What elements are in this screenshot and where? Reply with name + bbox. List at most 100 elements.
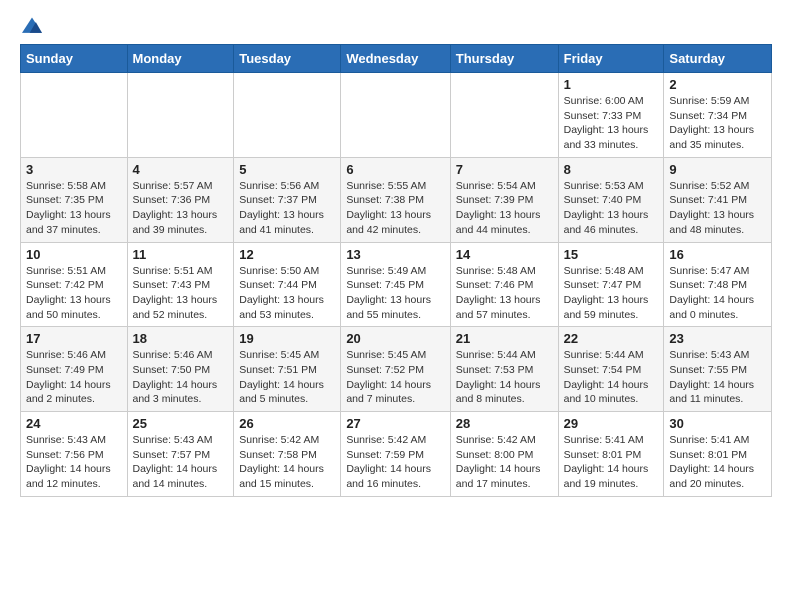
day-info: Sunrise: 5:55 AM Sunset: 7:38 PM Dayligh… <box>346 179 444 238</box>
weekday-header-row: SundayMondayTuesdayWednesdayThursdayFrid… <box>21 45 772 73</box>
day-info: Sunrise: 5:47 AM Sunset: 7:48 PM Dayligh… <box>669 264 766 323</box>
day-number: 7 <box>456 162 553 177</box>
calendar-cell: 29 Sunrise: 5:41 AM Sunset: 8:01 PM Dayli… <box>558 412 664 497</box>
day-number: 22 <box>564 331 659 346</box>
day-number: 11 <box>133 247 229 262</box>
day-number: 1 <box>564 77 659 92</box>
day-number: 15 <box>564 247 659 262</box>
calendar-cell: 19Sunrise: 5:45 AM Sunset: 7:51 PM Dayli… <box>234 327 341 412</box>
weekday-header: Sunday <box>21 45 128 73</box>
calendar-cell: 28Sunrise: 5:42 AM Sunset: 8:00 PM Dayli… <box>450 412 558 497</box>
day-info: Sunrise: 5:50 AM Sunset: 7:44 PM Dayligh… <box>239 264 335 323</box>
day-number: 4 <box>133 162 229 177</box>
day-info: Sunrise: 5:42 AM Sunset: 8:00 PM Dayligh… <box>456 433 553 492</box>
calendar-cell: 2Sunrise: 5:59 AM Sunset: 7:34 PM Daylig… <box>664 73 772 158</box>
day-info: Sunrise: 5:51 AM Sunset: 7:42 PM Dayligh… <box>26 264 122 323</box>
day-number: 20 <box>346 331 444 346</box>
day-info: Sunrise: 5:41 AM Sunset: 8:01 PM Dayligh… <box>669 433 766 492</box>
day-number: 9 <box>669 162 766 177</box>
calendar-cell: 9 Sunrise: 5:52 AM Sunset: 7:41 PM Daylig… <box>664 157 772 242</box>
day-info: Sunrise: 5:43 AM Sunset: 7:55 PM Dayligh… <box>669 348 766 407</box>
day-number: 21 <box>456 331 553 346</box>
day-info: Sunrise: 5:41 AM Sunset: 8:01 PM Dayligh… <box>564 433 659 492</box>
day-number: 17 <box>26 331 122 346</box>
calendar-cell: 23 Sunrise: 5:43 AM Sunset: 7:55 PM Dayli… <box>664 327 772 412</box>
day-number: 18 <box>133 331 229 346</box>
day-info: Sunrise: 5:54 AM Sunset: 7:39 PM Dayligh… <box>456 179 553 238</box>
day-info: Sunrise: 5:42 AM Sunset: 7:58 PM Dayligh… <box>239 433 335 492</box>
calendar-cell: 5 Sunrise: 5:56 AM Sunset: 7:37 PM Daylig… <box>234 157 341 242</box>
day-number: 6 <box>346 162 444 177</box>
calendar-week-row: 24 Sunrise: 5:43 AM Sunset: 7:56 PM Dayli… <box>21 412 772 497</box>
logo <box>20 16 48 36</box>
day-number: 12 <box>239 247 335 262</box>
calendar-table: SundayMondayTuesdayWednesdayThursdayFrid… <box>20 44 772 497</box>
day-number: 30 <box>669 416 766 431</box>
day-info: Sunrise: 5:45 AM Sunset: 7:52 PM Dayligh… <box>346 348 444 407</box>
day-info: Sunrise: 5:48 AM Sunset: 7:47 PM Dayligh… <box>564 264 659 323</box>
calendar-cell: 10 Sunrise: 5:51 AM Sunset: 7:42 PM Dayli… <box>21 242 128 327</box>
day-number: 24 <box>26 416 122 431</box>
calendar-cell <box>450 73 558 158</box>
calendar-cell: 25 Sunrise: 5:43 AM Sunset: 7:57 PM Dayli… <box>127 412 234 497</box>
day-info: Sunrise: 5:43 AM Sunset: 7:56 PM Dayligh… <box>26 433 122 492</box>
day-number: 3 <box>26 162 122 177</box>
day-number: 26 <box>239 416 335 431</box>
calendar-cell: 17Sunrise: 5:46 AM Sunset: 7:49 PM Dayli… <box>21 327 128 412</box>
calendar-week-row: 1 Sunrise: 6:00 AM Sunset: 7:33 PM Daylig… <box>21 73 772 158</box>
day-number: 27 <box>346 416 444 431</box>
calendar-cell: 12 Sunrise: 5:50 AM Sunset: 7:44 PM Dayli… <box>234 242 341 327</box>
weekday-header: Thursday <box>450 45 558 73</box>
day-number: 2 <box>669 77 766 92</box>
weekday-header: Wednesday <box>341 45 450 73</box>
page-header <box>20 16 772 36</box>
day-number: 10 <box>26 247 122 262</box>
calendar-cell: 18 Sunrise: 5:46 AM Sunset: 7:50 PM Dayli… <box>127 327 234 412</box>
day-number: 13 <box>346 247 444 262</box>
calendar-cell: 21Sunrise: 5:44 AM Sunset: 7:53 PM Dayli… <box>450 327 558 412</box>
day-number: 25 <box>133 416 229 431</box>
day-info: Sunrise: 5:56 AM Sunset: 7:37 PM Dayligh… <box>239 179 335 238</box>
day-info: Sunrise: 5:51 AM Sunset: 7:43 PM Dayligh… <box>133 264 229 323</box>
calendar-week-row: 17Sunrise: 5:46 AM Sunset: 7:49 PM Dayli… <box>21 327 772 412</box>
day-info: Sunrise: 5:49 AM Sunset: 7:45 PM Dayligh… <box>346 264 444 323</box>
calendar-cell: 8Sunrise: 5:53 AM Sunset: 7:40 PM Daylig… <box>558 157 664 242</box>
day-number: 23 <box>669 331 766 346</box>
weekday-header: Tuesday <box>234 45 341 73</box>
logo-icon <box>20 16 44 36</box>
calendar-cell: 14 Sunrise: 5:48 AM Sunset: 7:46 PM Dayli… <box>450 242 558 327</box>
weekday-header: Friday <box>558 45 664 73</box>
day-info: Sunrise: 5:42 AM Sunset: 7:59 PM Dayligh… <box>346 433 444 492</box>
calendar-cell: 7 Sunrise: 5:54 AM Sunset: 7:39 PM Daylig… <box>450 157 558 242</box>
day-info: Sunrise: 5:52 AM Sunset: 7:41 PM Dayligh… <box>669 179 766 238</box>
calendar-cell: 3 Sunrise: 5:58 AM Sunset: 7:35 PM Daylig… <box>21 157 128 242</box>
day-number: 14 <box>456 247 553 262</box>
day-info: Sunrise: 5:45 AM Sunset: 7:51 PM Dayligh… <box>239 348 335 407</box>
day-info: Sunrise: 5:43 AM Sunset: 7:57 PM Dayligh… <box>133 433 229 492</box>
day-info: Sunrise: 5:46 AM Sunset: 7:50 PM Dayligh… <box>133 348 229 407</box>
calendar-cell <box>234 73 341 158</box>
day-info: Sunrise: 5:58 AM Sunset: 7:35 PM Dayligh… <box>26 179 122 238</box>
day-info: Sunrise: 5:48 AM Sunset: 7:46 PM Dayligh… <box>456 264 553 323</box>
day-info: Sunrise: 5:44 AM Sunset: 7:54 PM Dayligh… <box>564 348 659 407</box>
calendar-cell <box>127 73 234 158</box>
calendar-cell: 1 Sunrise: 6:00 AM Sunset: 7:33 PM Daylig… <box>558 73 664 158</box>
calendar-cell: 24 Sunrise: 5:43 AM Sunset: 7:56 PM Dayli… <box>21 412 128 497</box>
calendar-cell: 4 Sunrise: 5:57 AM Sunset: 7:36 PM Daylig… <box>127 157 234 242</box>
calendar-cell <box>21 73 128 158</box>
day-number: 29 <box>564 416 659 431</box>
calendar-cell: 16Sunrise: 5:47 AM Sunset: 7:48 PM Dayli… <box>664 242 772 327</box>
day-number: 8 <box>564 162 659 177</box>
calendar-week-row: 3 Sunrise: 5:58 AM Sunset: 7:35 PM Daylig… <box>21 157 772 242</box>
calendar-cell: 22 Sunrise: 5:44 AM Sunset: 7:54 PM Dayli… <box>558 327 664 412</box>
calendar-cell: 15 Sunrise: 5:48 AM Sunset: 7:47 PM Dayli… <box>558 242 664 327</box>
calendar-cell: 20 Sunrise: 5:45 AM Sunset: 7:52 PM Dayli… <box>341 327 450 412</box>
day-number: 5 <box>239 162 335 177</box>
calendar-cell: 6 Sunrise: 5:55 AM Sunset: 7:38 PM Daylig… <box>341 157 450 242</box>
day-info: Sunrise: 5:57 AM Sunset: 7:36 PM Dayligh… <box>133 179 229 238</box>
calendar-cell: 26 Sunrise: 5:42 AM Sunset: 7:58 PM Dayli… <box>234 412 341 497</box>
day-info: Sunrise: 6:00 AM Sunset: 7:33 PM Dayligh… <box>564 94 659 153</box>
calendar-cell: 27 Sunrise: 5:42 AM Sunset: 7:59 PM Dayli… <box>341 412 450 497</box>
calendar-week-row: 10 Sunrise: 5:51 AM Sunset: 7:42 PM Dayli… <box>21 242 772 327</box>
calendar-cell: 30 Sunrise: 5:41 AM Sunset: 8:01 PM Dayli… <box>664 412 772 497</box>
